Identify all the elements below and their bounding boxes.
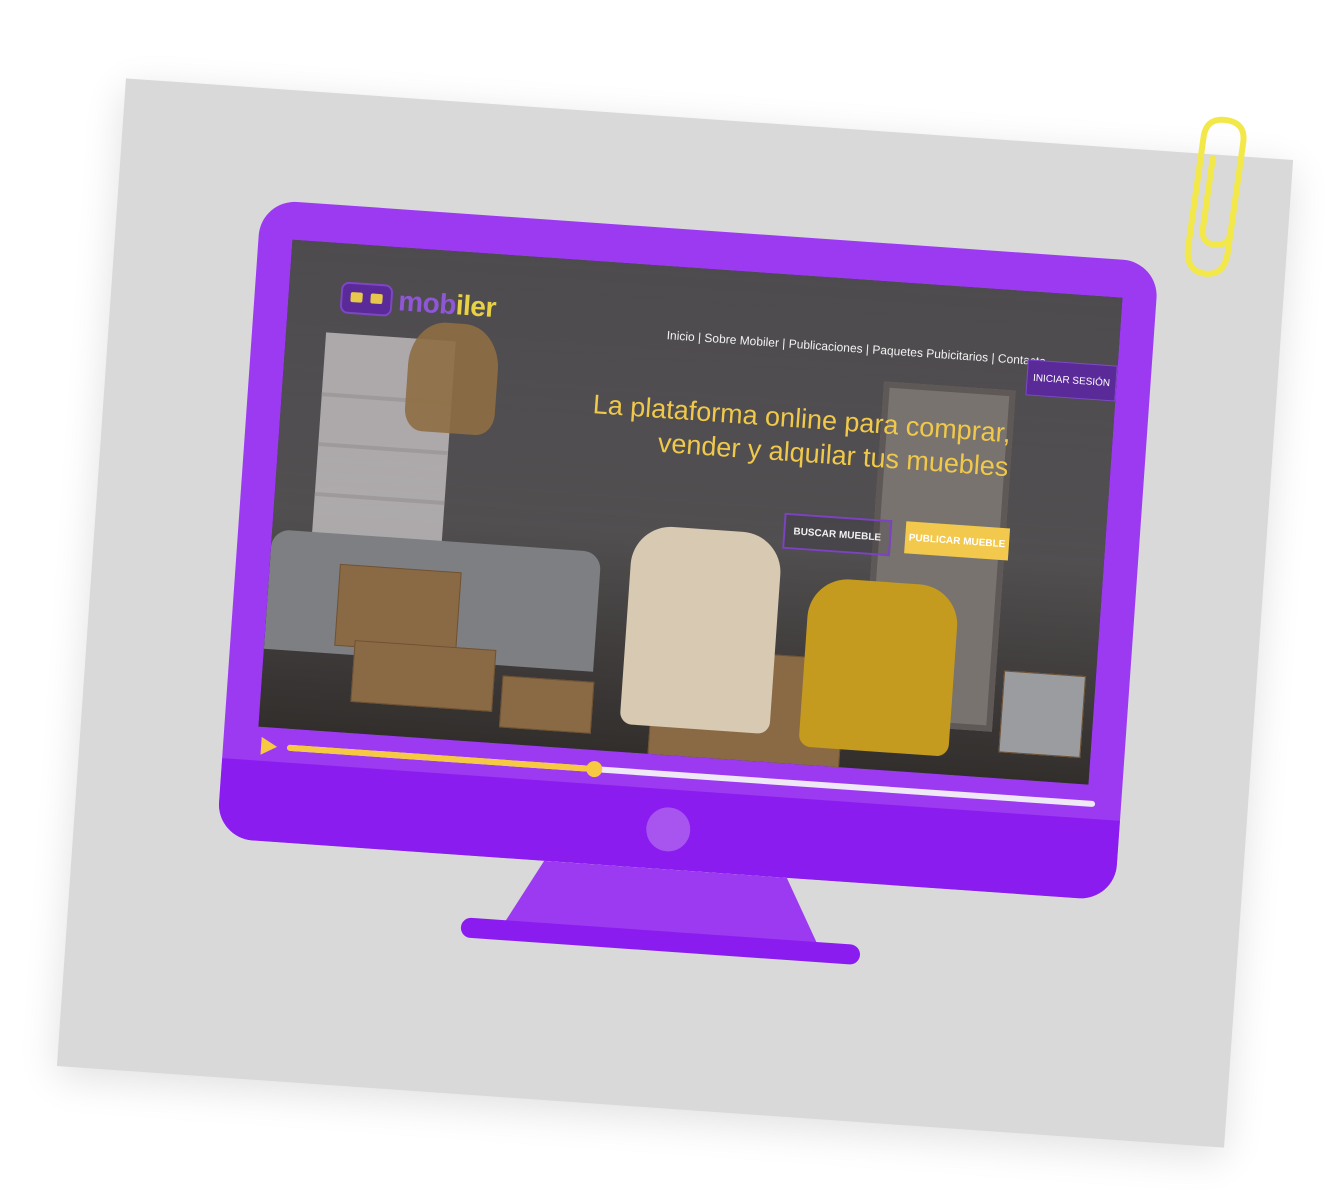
- pendant-lamp: [403, 320, 501, 437]
- brand-name: mobiler: [397, 285, 497, 324]
- person-woman: [619, 524, 784, 735]
- play-icon[interactable]: [260, 736, 278, 756]
- person-man: [798, 576, 960, 757]
- website-screen: mobiler Inicio | Sobre Mobiler | Publica…: [258, 239, 1123, 785]
- nav-item-inicio[interactable]: Inicio: [666, 328, 695, 344]
- cardboard-box: [350, 640, 497, 712]
- logo-sofa-icon: [339, 281, 394, 317]
- cardboard-box: [498, 675, 595, 734]
- monitor-bezel: mobiler Inicio | Sobre Mobiler | Publica…: [216, 199, 1160, 901]
- wrapped-box: [998, 670, 1086, 758]
- monitor: mobiler Inicio | Sobre Mobiler | Publica…: [211, 199, 1160, 980]
- cardboard-box: [334, 563, 462, 655]
- login-button[interactable]: INICIAR SESIÓN: [1025, 359, 1118, 402]
- search-furniture-button[interactable]: BUSCAR MUEBLE: [782, 512, 893, 557]
- hero-photo: [258, 239, 1123, 785]
- progress-handle[interactable]: [585, 760, 603, 778]
